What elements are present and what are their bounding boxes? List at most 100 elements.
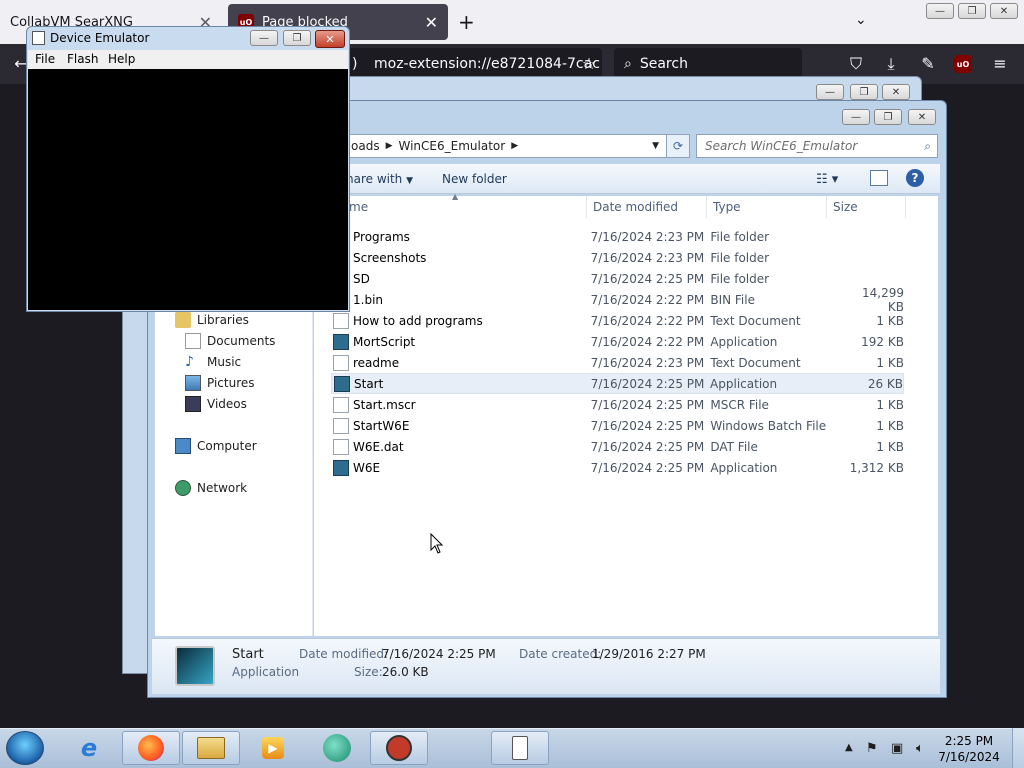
menu-icon[interactable]: ≡ bbox=[989, 54, 1011, 73]
nav-computer[interactable]: Computer bbox=[175, 438, 257, 454]
file-row[interactable]: How to add programs 7/16/2024 2:22 PM Text… bbox=[331, 310, 904, 331]
show-desktop-button[interactable] bbox=[1012, 728, 1024, 768]
file-row[interactable]: readme 7/16/2024 2:23 PM Text Document 1 KB bbox=[331, 352, 904, 373]
ublock-icon[interactable]: uO bbox=[954, 55, 972, 73]
file-size: 1 KB bbox=[876, 397, 904, 412]
media-player-icon[interactable]: ▶ bbox=[244, 731, 302, 765]
document-icon bbox=[333, 396, 349, 413]
file-row[interactable]: MortScript 7/16/2024 2:22 PM Application 19… bbox=[331, 331, 904, 352]
restore-button[interactable]: ❐ bbox=[850, 84, 878, 100]
chevron-down-icon[interactable]: ▼ bbox=[652, 141, 659, 151]
refresh-button[interactable]: ⟳ bbox=[666, 134, 690, 158]
minimize-button[interactable]: — bbox=[250, 30, 278, 46]
help-icon[interactable]: ? bbox=[906, 169, 924, 187]
firefox-icon[interactable] bbox=[122, 731, 180, 765]
details-name: Start bbox=[232, 647, 264, 662]
file-date: 7/16/2024 2:23 PM bbox=[590, 250, 705, 265]
network-tray-icon[interactable]: ▣ bbox=[891, 741, 903, 756]
file-type: DAT File bbox=[710, 439, 758, 454]
column-header-date[interactable]: Date modified bbox=[593, 200, 678, 214]
minimize-button[interactable]: — bbox=[816, 84, 844, 100]
start-button[interactable] bbox=[6, 731, 44, 765]
download-icon[interactable]: ⤓ bbox=[880, 54, 902, 74]
column-header-size[interactable]: Size bbox=[833, 200, 858, 214]
new-folder-button[interactable]: New folder bbox=[442, 172, 507, 186]
system-clock[interactable]: 2:25 PM 7/16/2024 bbox=[938, 733, 1000, 765]
search-input[interactable]: Search WinCE6_Emulator ⌕ bbox=[696, 134, 938, 158]
file-row[interactable]: Screenshots 7/16/2024 2:23 PM File folder bbox=[331, 247, 904, 268]
file-name: readme bbox=[353, 355, 400, 370]
file-type: Text Document bbox=[710, 355, 801, 370]
nav-network[interactable]: Network bbox=[175, 480, 247, 496]
menu-file[interactable]: File bbox=[35, 52, 55, 66]
breadcrumb-downloads[interactable]: oads bbox=[351, 139, 380, 153]
chevron-right-icon: ▶ bbox=[511, 141, 519, 151]
chevron-down-icon[interactable]: ⌄ bbox=[855, 12, 867, 28]
emulator-manager-icon[interactable] bbox=[308, 731, 366, 765]
nav-documents[interactable]: Documents bbox=[185, 333, 275, 349]
emulator-screen[interactable] bbox=[28, 69, 348, 310]
mortscript-icon[interactable] bbox=[370, 731, 428, 765]
star-icon[interactable]: ☆ bbox=[578, 54, 600, 73]
close-button[interactable]: ✕ bbox=[882, 84, 910, 100]
file-date: 7/16/2024 2:22 PM bbox=[590, 334, 705, 349]
pocket-icon[interactable]: ⛉ bbox=[845, 54, 867, 74]
share-with-button[interactable]: hare with ▼ bbox=[346, 172, 413, 186]
file-row[interactable]: Start.mscr 7/16/2024 2:25 PM MSCR File 1 KB bbox=[331, 394, 904, 415]
minimize-button[interactable]: — bbox=[842, 109, 870, 125]
minimize-button[interactable]: — bbox=[926, 3, 954, 19]
new-tab-icon[interactable]: + bbox=[458, 10, 475, 34]
file-row[interactable]: 1.bin 7/16/2024 2:22 PM BIN File 14,299 KB bbox=[331, 286, 904, 314]
column-divider[interactable] bbox=[586, 196, 587, 218]
column-divider[interactable] bbox=[706, 196, 707, 218]
file-name: StartW6E bbox=[353, 418, 410, 433]
network-icon bbox=[175, 480, 191, 496]
file-type: Text Document bbox=[710, 313, 801, 328]
file-row[interactable]: StartW6E 7/16/2024 2:25 PM Windows Batch F… bbox=[331, 415, 904, 436]
nav-pictures[interactable]: Pictures bbox=[185, 375, 255, 391]
file-row[interactable]: W6E.dat 7/16/2024 2:25 PM DAT File 1 KB bbox=[331, 436, 904, 457]
documents-icon bbox=[185, 333, 201, 349]
close-button[interactable]: ✕ bbox=[990, 3, 1018, 19]
restore-button[interactable]: ❐ bbox=[958, 3, 986, 19]
explorer-icon[interactable] bbox=[182, 731, 240, 765]
file-name: Screenshots bbox=[353, 250, 427, 265]
file-row[interactable]: SD 7/16/2024 2:25 PM File folder bbox=[331, 268, 904, 289]
volume-muted-icon[interactable]: 🔈︎ bbox=[916, 741, 924, 756]
nav-videos[interactable]: Videos bbox=[185, 396, 247, 412]
close-icon[interactable]: ✕ bbox=[425, 13, 438, 32]
details-size-label: Size: bbox=[354, 665, 383, 679]
view-options-icon[interactable]: ☷ ▾ bbox=[816, 172, 838, 187]
file-size: 1 KB bbox=[876, 355, 904, 370]
column-divider[interactable] bbox=[826, 196, 827, 218]
column-divider[interactable] bbox=[905, 196, 906, 218]
device-emulator-taskbar-icon[interactable] bbox=[491, 731, 549, 765]
column-header-name[interactable]: me bbox=[349, 200, 368, 214]
menu-help[interactable]: Help bbox=[108, 52, 135, 66]
nav-libraries[interactable]: Libraries bbox=[175, 312, 249, 328]
file-row[interactable]: Start 7/16/2024 2:25 PM Application 26 KB bbox=[331, 373, 904, 394]
action-center-flag-icon[interactable]: ⚑ bbox=[866, 741, 878, 756]
internet-explorer-icon[interactable]: e bbox=[60, 731, 118, 765]
menu-flash[interactable]: Flash bbox=[67, 52, 98, 66]
restore-button[interactable]: ❐ bbox=[874, 109, 902, 125]
close-button[interactable]: ✕ bbox=[315, 30, 345, 48]
nav-music[interactable]: ♪ Music bbox=[185, 354, 241, 370]
file-date: 7/16/2024 2:25 PM bbox=[590, 271, 705, 286]
file-date: 7/16/2024 2:23 PM bbox=[590, 355, 705, 370]
extensions-icon[interactable]: ✎ bbox=[917, 54, 939, 73]
column-header-type[interactable]: Type bbox=[713, 200, 741, 214]
breadcrumb-wince6-emulator[interactable]: WinCE6_Emulator bbox=[399, 139, 506, 153]
search-icon: ⌕ bbox=[624, 56, 632, 72]
restore-button[interactable]: ❐ bbox=[283, 30, 311, 46]
close-button[interactable]: ✕ bbox=[908, 109, 936, 125]
videos-icon bbox=[185, 396, 201, 412]
document-icon bbox=[333, 354, 349, 371]
show-hidden-icons-icon[interactable]: ▲ bbox=[845, 742, 853, 753]
file-row[interactable]: Programs 7/16/2024 2:23 PM File folder bbox=[331, 226, 904, 247]
details-modified-label: Date modified: bbox=[299, 647, 389, 661]
file-size: 1 KB bbox=[876, 418, 904, 433]
pictures-icon bbox=[185, 375, 201, 391]
preview-pane-icon[interactable] bbox=[870, 170, 888, 186]
file-row[interactable]: W6E 7/16/2024 2:25 PM Application 1,312 KB bbox=[331, 457, 904, 478]
